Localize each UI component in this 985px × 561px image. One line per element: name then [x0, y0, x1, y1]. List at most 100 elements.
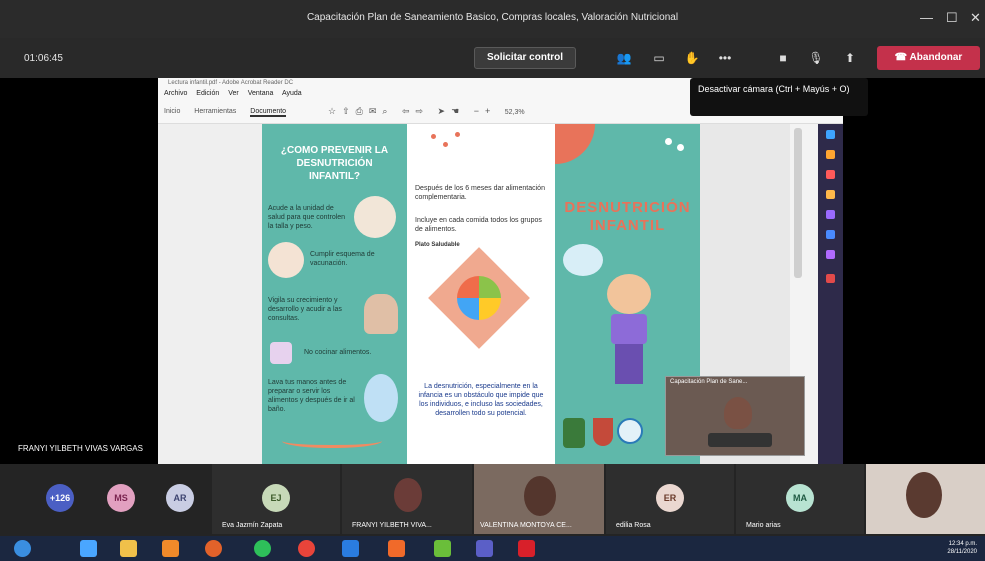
bookmark-icon[interactable]: ☆: [328, 106, 342, 116]
brochure-panel-nutrition: Después de los 6 meses dar alimentación …: [407, 124, 555, 464]
prevention-item-3: Vigila su crecimiento y desarrollo y acu…: [268, 297, 342, 322]
participant-tile-valentina[interactable]: VALENTINA MONTOYA CE...: [474, 464, 604, 534]
upload-icon[interactable]: ⇧: [342, 106, 356, 116]
tool-sign-icon[interactable]: [826, 230, 835, 239]
window-titlebar: Capacitación Plan de Saneamiento Basico,…: [0, 0, 985, 38]
pdf-file-name: Lectura infantil.pdf - Adobe Acrobat Rea…: [168, 80, 294, 86]
select-icon[interactable]: ➤: [438, 106, 452, 116]
presenter-name-label: FRANYI YILBETH VIVAS VARGAS: [18, 444, 143, 453]
tool-comment-icon[interactable]: [826, 190, 835, 199]
participant-er-avatar: ER: [656, 484, 684, 512]
brochure-panel-prevention: ¿COMO PREVENIR LA DESNUTRICIÓN INFANTIL?…: [262, 124, 407, 464]
overflow-participants-avatar[interactable]: +126: [46, 484, 74, 512]
pdf-left-margin: [158, 124, 262, 464]
tool-organize-icon[interactable]: [826, 250, 835, 259]
tab-inicio[interactable]: Inicio: [164, 108, 180, 115]
meeting-timer: 01:06:45: [24, 53, 63, 64]
participant-tile-er[interactable]: ER edilia Rosa: [606, 464, 734, 534]
plate-circle: [457, 276, 501, 320]
chat-icon[interactable]: ▭: [651, 51, 667, 65]
camera-tooltip: Desactivar cámara (Ctrl + Mayús + O): [690, 78, 868, 116]
decor-dots: [427, 130, 467, 154]
child-head-illustration: [607, 274, 651, 314]
cover-title: DESNUTRICIÓN INFANTIL: [564, 199, 691, 234]
reader-tool-rail: [818, 124, 843, 464]
tab-herramientas[interactable]: Herramientas: [194, 108, 236, 115]
meeting-toolbar: 01:06:45 Solicitar control 👥 ▭ ✋ ••• ■ 🎙…: [0, 38, 985, 78]
tool-export-icon[interactable]: [826, 150, 835, 159]
prev-page-icon[interactable]: ⇦: [402, 106, 416, 116]
participant-video-face: [724, 397, 752, 429]
participant-ej-name: Eva Jazmín Zapata: [222, 522, 283, 529]
participant-valentina-name: VALENTINA MONTOYA CE...: [480, 522, 572, 529]
maximize-button[interactable]: ☐: [946, 10, 958, 26]
participant-er-name: edilia Rosa: [616, 522, 651, 529]
participant-tile-franyi[interactable]: FRANYI YILBETH VIVA...: [342, 464, 472, 534]
start-icon[interactable]: [14, 540, 31, 557]
tool-edit-icon[interactable]: [826, 170, 835, 179]
participant-franyi-name: FRANYI YILBETH VIVA...: [352, 522, 432, 529]
powerpoint-icon[interactable]: [388, 540, 405, 557]
prevention-item-2: Cumplir esquema de vacunación.: [310, 251, 375, 267]
menu-ayuda[interactable]: Ayuda: [282, 90, 302, 97]
raise-hand-icon[interactable]: ✋: [684, 51, 700, 65]
participant-ar-avatar[interactable]: AR: [166, 484, 194, 512]
vlc-icon[interactable]: [162, 540, 179, 557]
print-icon[interactable]: ⎙: [356, 106, 369, 116]
participant-ms-avatar[interactable]: MS: [107, 484, 135, 512]
paint-icon[interactable]: [434, 540, 451, 557]
mic-muted-icon[interactable]: 🎙: [808, 51, 824, 65]
menu-archivo[interactable]: Archivo: [164, 90, 187, 97]
self-video-tile[interactable]: [866, 464, 985, 534]
firefox-icon[interactable]: [205, 540, 222, 557]
search-icon[interactable]: ⌕: [382, 106, 393, 116]
tab-documento[interactable]: Documento: [250, 108, 287, 117]
tool-fill-icon[interactable]: [826, 210, 835, 219]
self-video-thumbnail[interactable]: Capacitación Plan de Sane...: [665, 376, 805, 456]
handwash-illustration: [364, 374, 398, 422]
tool-pdf-icon[interactable]: [826, 130, 835, 139]
tool-protect-icon[interactable]: [826, 274, 835, 283]
whatsapp-icon[interactable]: [254, 540, 271, 557]
pdf-menu-bar: Archivo Edición Ver Ventana Ayuda: [164, 90, 309, 97]
self-video-face: [906, 472, 942, 518]
next-page-icon[interactable]: ⇨: [415, 106, 429, 116]
system-clock[interactable]: 12:34 p.m. 28/11/2020: [947, 540, 977, 556]
pdf-scrollbar[interactable]: [794, 128, 802, 278]
menu-edicion[interactable]: Edición: [196, 90, 219, 97]
zoom-out-icon[interactable]: −: [474, 106, 485, 116]
close-button[interactable]: ✕: [970, 10, 981, 26]
shield-logo: [593, 418, 613, 446]
zoom-in-icon[interactable]: +: [485, 106, 496, 116]
more-options-icon[interactable]: •••: [717, 51, 733, 65]
window-title: Capacitación Plan de Saneamiento Basico,…: [306, 12, 679, 23]
clock-time: 12:34 p.m.: [948, 541, 977, 547]
folder-icon[interactable]: [120, 540, 137, 557]
email-icon[interactable]: ✉: [369, 106, 383, 116]
minimize-button[interactable]: —: [920, 10, 933, 25]
teams-icon[interactable]: [476, 540, 493, 557]
menu-ventana[interactable]: Ventana: [248, 90, 274, 97]
participant-tile-ej[interactable]: EJ Eva Jazmín Zapata: [212, 464, 340, 534]
zoom-icon[interactable]: [342, 540, 359, 557]
ie-icon[interactable]: [80, 540, 97, 557]
hand-icon[interactable]: ☚: [451, 106, 465, 116]
clock-date: 28/11/2020: [947, 549, 977, 555]
thumbnail-controls[interactable]: [708, 433, 772, 447]
camera-icon[interactable]: ■: [775, 51, 791, 65]
chrome-icon[interactable]: [298, 540, 315, 557]
menu-ver[interactable]: Ver: [228, 90, 239, 97]
plate-title: Plato Saludable: [415, 242, 460, 248]
child-legs-illustration: [615, 344, 643, 384]
participant-tile-ma[interactable]: MA Mario arias: [736, 464, 864, 534]
leave-label: Abandonar: [909, 52, 963, 63]
acrobat-icon[interactable]: [518, 540, 535, 557]
prevention-item-4: No cocinar alimentos.: [304, 349, 372, 356]
decor-squiggle: [282, 434, 382, 448]
share-screen-icon[interactable]: ⬆: [842, 51, 858, 65]
zoom-level[interactable]: 52,3%: [505, 109, 525, 116]
request-control-button[interactable]: Solicitar control: [474, 47, 576, 69]
pdf-tabs: Inicio Herramientas Documento: [164, 108, 298, 117]
participants-icon[interactable]: 👥: [616, 51, 632, 65]
leave-button[interactable]: ☎ Abandonar: [877, 46, 980, 70]
